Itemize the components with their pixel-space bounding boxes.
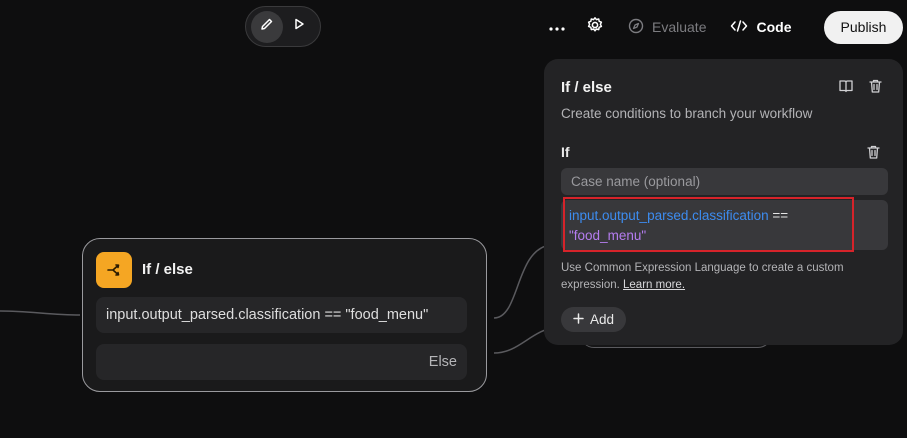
code-brackets-icon (730, 19, 748, 35)
incoming-edge (0, 310, 81, 316)
branch-icon (96, 252, 132, 288)
mode-toggle (245, 6, 321, 47)
book-icon[interactable] (836, 76, 856, 96)
trash-icon[interactable] (865, 76, 885, 96)
top-toolbar: Evaluate Code Publish (540, 10, 903, 44)
code-button[interactable]: Code (720, 10, 801, 44)
settings-button[interactable] (578, 10, 612, 44)
expression-variable: input.output_parsed.classification (569, 208, 769, 223)
edit-mode-button[interactable] (251, 10, 283, 43)
trash-icon[interactable] (863, 142, 883, 162)
publish-button[interactable]: Publish (824, 10, 903, 44)
panel-description: Create conditions to branch your workflo… (561, 106, 813, 121)
more-button[interactable] (540, 10, 574, 44)
add-condition-button[interactable]: Add (561, 307, 626, 332)
play-icon (292, 17, 306, 36)
run-mode-button[interactable] (283, 11, 315, 43)
node-title: If / else (142, 261, 193, 278)
if-branch-edge (493, 244, 551, 319)
gear-icon (586, 16, 604, 39)
node-condition-branch[interactable]: input.output_parsed.classification == "f… (96, 297, 467, 333)
workflow-canvas: Evaluate Code Publish If / else input.ou… (0, 0, 907, 438)
plus-icon (573, 312, 584, 327)
if-else-node[interactable]: If / else input.output_parsed.classifica… (82, 238, 487, 392)
more-dots-icon (549, 18, 565, 36)
node-else-branch[interactable]: Else (96, 344, 467, 380)
compass-icon (628, 18, 644, 37)
properties-panel: If / else Create conditions to branch yo… (544, 59, 903, 345)
evaluate-label: Evaluate (652, 19, 707, 35)
help-text: Use Common Expression Language to create… (561, 260, 881, 294)
evaluate-button[interactable]: Evaluate (618, 10, 716, 44)
help-text-body: Use Common Expression Language to create… (561, 262, 844, 291)
expression-editor[interactable]: input.output_parsed.classification == "f… (561, 197, 888, 252)
code-label: Code (756, 19, 792, 35)
learn-more-link[interactable]: Learn more. (623, 279, 685, 291)
case-name-input[interactable] (561, 168, 888, 195)
panel-title: If / else (561, 79, 612, 96)
pencil-icon (259, 16, 275, 37)
expression-value: "food_menu" (569, 228, 647, 243)
highlight-box (563, 197, 854, 252)
expression-operator: == (768, 208, 789, 223)
add-label: Add (589, 312, 615, 327)
if-section-label: If (561, 144, 570, 160)
